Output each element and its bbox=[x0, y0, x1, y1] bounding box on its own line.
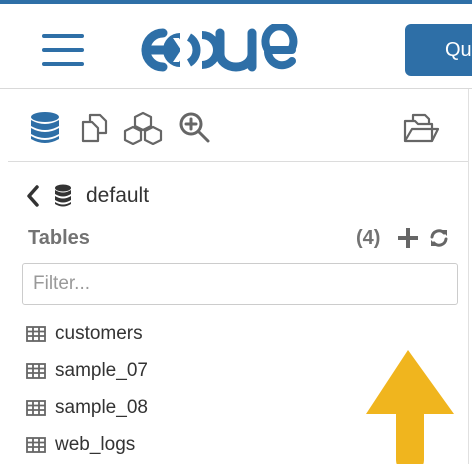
hue-logo[interactable] bbox=[140, 24, 300, 76]
table-filter-input[interactable] bbox=[22, 263, 458, 305]
assist-toolbar bbox=[0, 89, 468, 161]
chevron-left-icon[interactable] bbox=[26, 185, 40, 207]
table-name: web_logs bbox=[55, 433, 136, 455]
toolbar-divider bbox=[8, 161, 468, 162]
table-list: customers sample_07 sample_08 web_logs bbox=[26, 315, 326, 463]
table-name: sample_07 bbox=[55, 359, 148, 381]
tables-count: (4) bbox=[356, 227, 381, 249]
table-row[interactable]: sample_08 bbox=[26, 389, 326, 426]
panel-divider bbox=[468, 89, 469, 464]
left-assist-panel: default Tables (4) Filter... customers s… bbox=[0, 89, 472, 464]
table-row[interactable]: customers bbox=[26, 315, 326, 352]
table-row[interactable]: sample_07 bbox=[26, 352, 326, 389]
table-grid-icon bbox=[26, 362, 46, 379]
table-grid-icon bbox=[26, 399, 46, 416]
annotation-arrow-icon bbox=[366, 350, 454, 464]
hamburger-menu-icon[interactable] bbox=[42, 34, 84, 68]
table-name: sample_08 bbox=[55, 396, 148, 418]
database-name: default bbox=[86, 184, 150, 207]
top-navigation-bar: Qu bbox=[0, 0, 472, 88]
table-grid-icon bbox=[26, 325, 46, 342]
table-name: customers bbox=[55, 322, 143, 344]
folder-open-icon[interactable] bbox=[402, 111, 440, 145]
plus-icon[interactable] bbox=[398, 227, 418, 249]
database-icon bbox=[55, 184, 71, 207]
tables-section-header: Tables (4) bbox=[28, 225, 458, 253]
zoom-search-icon[interactable] bbox=[178, 111, 212, 145]
query-button[interactable]: Qu bbox=[405, 24, 472, 76]
refresh-icon[interactable] bbox=[428, 227, 450, 249]
documents-icon[interactable] bbox=[78, 111, 112, 145]
table-grid-icon bbox=[26, 436, 46, 453]
database-icon[interactable] bbox=[28, 111, 62, 145]
table-row[interactable]: web_logs bbox=[26, 426, 326, 463]
database-breadcrumb[interactable]: default bbox=[26, 183, 149, 209]
tables-title: Tables bbox=[28, 227, 90, 249]
cubes-icon[interactable] bbox=[122, 111, 164, 145]
hue-app: Qu default Tables (4) Filter... customer… bbox=[0, 0, 472, 464]
